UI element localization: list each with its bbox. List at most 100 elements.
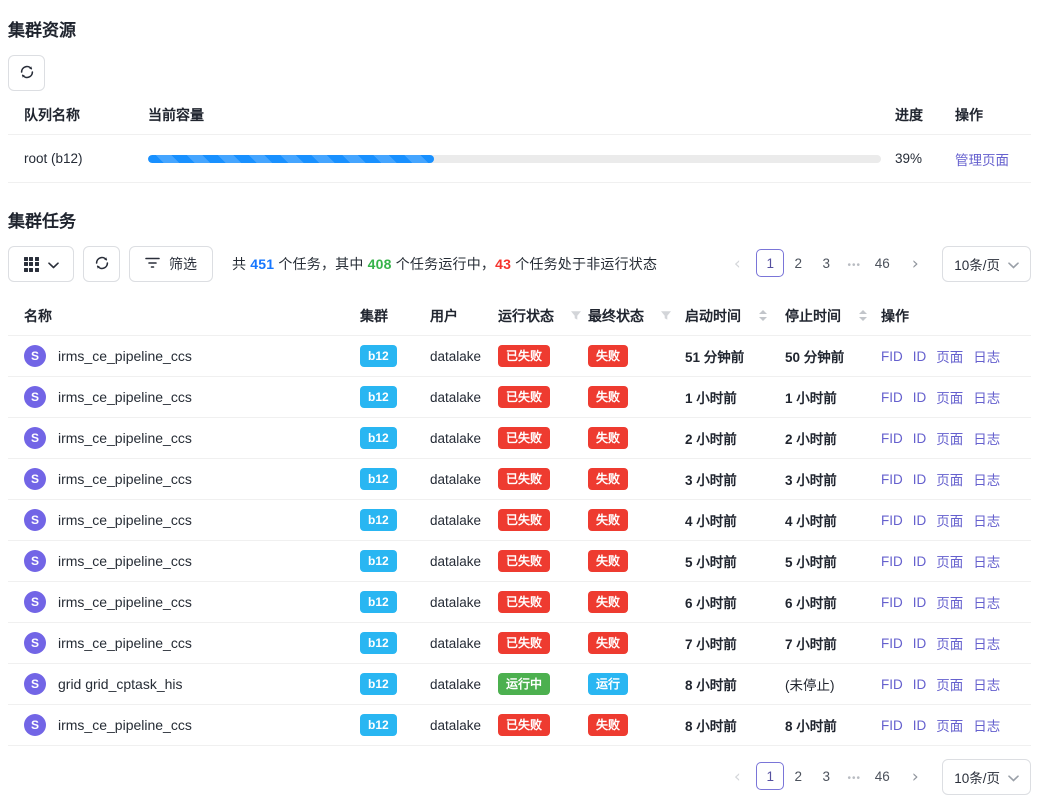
capacity-progress-fill: [148, 155, 434, 163]
layout-dropdown-button[interactable]: [8, 246, 74, 282]
stop-time-sorter-icon[interactable]: [859, 310, 867, 321]
id-link[interactable]: ID: [913, 472, 927, 487]
col-action: 操作: [881, 306, 1031, 326]
start-time: 2 小时前: [685, 428, 737, 448]
fid-link[interactable]: FID: [881, 636, 903, 651]
log-link[interactable]: 日志: [973, 469, 1000, 489]
table-row: S irms_ce_pipeline_ccs b12 datalake 已失败 …: [8, 623, 1031, 664]
stop-time: 8 小时前: [785, 715, 837, 735]
task-name: irms_ce_pipeline_ccs: [58, 635, 192, 651]
id-link[interactable]: ID: [913, 636, 927, 651]
prev-page-button[interactable]: ‹: [724, 764, 750, 790]
page-link[interactable]: 页面: [936, 592, 963, 612]
start-time: 1 小时前: [685, 387, 737, 407]
avatar: S: [24, 345, 46, 367]
pagination-ellipsis[interactable]: •••: [840, 764, 868, 792]
prev-page-button[interactable]: ‹: [724, 251, 750, 277]
run-status-badge: 已失败: [498, 714, 550, 735]
page-link[interactable]: 页面: [936, 346, 963, 366]
avatar: S: [24, 386, 46, 408]
col-run-status: 运行状态: [498, 306, 588, 326]
id-link[interactable]: ID: [913, 513, 927, 528]
start-time: 6 小时前: [685, 592, 737, 612]
next-page-button[interactable]: ›: [902, 764, 928, 790]
fid-link[interactable]: FID: [881, 472, 903, 487]
col-progress: 进度: [895, 105, 947, 125]
start-time: 8 小时前: [685, 715, 737, 735]
page-button-1[interactable]: 1: [756, 249, 784, 277]
log-link[interactable]: 日志: [973, 592, 1000, 612]
table-row: S irms_ce_pipeline_ccs b12 datalake 已失败 …: [8, 336, 1031, 377]
page-button-46[interactable]: 46: [868, 762, 896, 790]
page-button-2[interactable]: 2: [784, 762, 812, 790]
page-link[interactable]: 页面: [936, 510, 963, 530]
user-name: datalake: [430, 718, 498, 733]
page-link[interactable]: 页面: [936, 469, 963, 489]
page-link[interactable]: 页面: [936, 387, 963, 407]
pagination-ellipsis[interactable]: •••: [840, 251, 868, 279]
fid-link[interactable]: FID: [881, 677, 903, 692]
log-link[interactable]: 日志: [973, 715, 1000, 735]
log-link[interactable]: 日志: [973, 551, 1000, 571]
log-link[interactable]: 日志: [973, 428, 1000, 448]
id-link[interactable]: ID: [913, 349, 927, 364]
avatar: S: [24, 591, 46, 613]
run-status-filter-icon[interactable]: [570, 310, 582, 322]
task-name: irms_ce_pipeline_ccs: [58, 389, 192, 405]
start-time-sorter-icon[interactable]: [759, 310, 767, 321]
page-button-46[interactable]: 46: [868, 249, 896, 277]
fid-link[interactable]: FID: [881, 349, 903, 364]
fid-link[interactable]: FID: [881, 554, 903, 569]
page-link[interactable]: 页面: [936, 715, 963, 735]
queue-name: root (b12): [8, 151, 148, 166]
cluster-resources-title: 集群资源: [8, 16, 1031, 41]
avatar: S: [24, 673, 46, 695]
tasks-summary: 共 451 个任务，其中 408 个任务运行中，43 个任务处于非运行状态: [232, 254, 657, 274]
id-link[interactable]: ID: [913, 554, 927, 569]
fid-link[interactable]: FID: [881, 718, 903, 733]
page-size-select[interactable]: 10条/页: [942, 246, 1031, 282]
log-link[interactable]: 日志: [973, 387, 1000, 407]
user-name: datalake: [430, 677, 498, 692]
chevron-down-icon: [1008, 257, 1019, 272]
next-page-button[interactable]: ›: [902, 251, 928, 277]
log-link[interactable]: 日志: [973, 674, 1000, 694]
page-link[interactable]: 页面: [936, 551, 963, 571]
final-status-filter-icon[interactable]: [660, 310, 672, 322]
log-link[interactable]: 日志: [973, 346, 1000, 366]
table-row: S grid grid_cptask_his b12 datalake 运行中 …: [8, 664, 1031, 705]
page-link[interactable]: 页面: [936, 633, 963, 653]
avatar: S: [24, 550, 46, 572]
tasks-table: 名称 集群 用户 运行状态 最终状态 启动时间 停止时间: [8, 296, 1031, 746]
page-button-2[interactable]: 2: [784, 249, 812, 277]
fid-link[interactable]: FID: [881, 513, 903, 528]
tasks-refresh-button[interactable]: [83, 246, 120, 282]
id-link[interactable]: ID: [913, 677, 927, 692]
user-name: datalake: [430, 595, 498, 610]
fid-link[interactable]: FID: [881, 431, 903, 446]
filter-button[interactable]: 筛选: [129, 246, 213, 282]
start-time: 51 分钟前: [685, 346, 744, 366]
table-row: S irms_ce_pipeline_ccs b12 datalake 已失败 …: [8, 705, 1031, 746]
cluster-badge: b12: [360, 550, 397, 571]
col-name: 名称: [8, 306, 360, 326]
page-button-3[interactable]: 3: [812, 249, 840, 277]
resources-refresh-button[interactable]: [8, 55, 45, 91]
log-link[interactable]: 日志: [973, 510, 1000, 530]
log-link[interactable]: 日志: [973, 633, 1000, 653]
avatar: S: [24, 468, 46, 490]
fid-link[interactable]: FID: [881, 595, 903, 610]
page-link[interactable]: 页面: [936, 674, 963, 694]
id-link[interactable]: ID: [913, 431, 927, 446]
running-count: 408: [368, 256, 392, 272]
manage-page-link[interactable]: 管理页面: [955, 153, 1009, 168]
fid-link[interactable]: FID: [881, 390, 903, 405]
page-button-1[interactable]: 1: [756, 762, 784, 790]
id-link[interactable]: ID: [913, 718, 927, 733]
id-link[interactable]: ID: [913, 390, 927, 405]
avatar: S: [24, 632, 46, 654]
final-status-badge: 失败: [588, 468, 628, 489]
page-button-3[interactable]: 3: [812, 762, 840, 790]
page-link[interactable]: 页面: [936, 428, 963, 448]
id-link[interactable]: ID: [913, 595, 927, 610]
